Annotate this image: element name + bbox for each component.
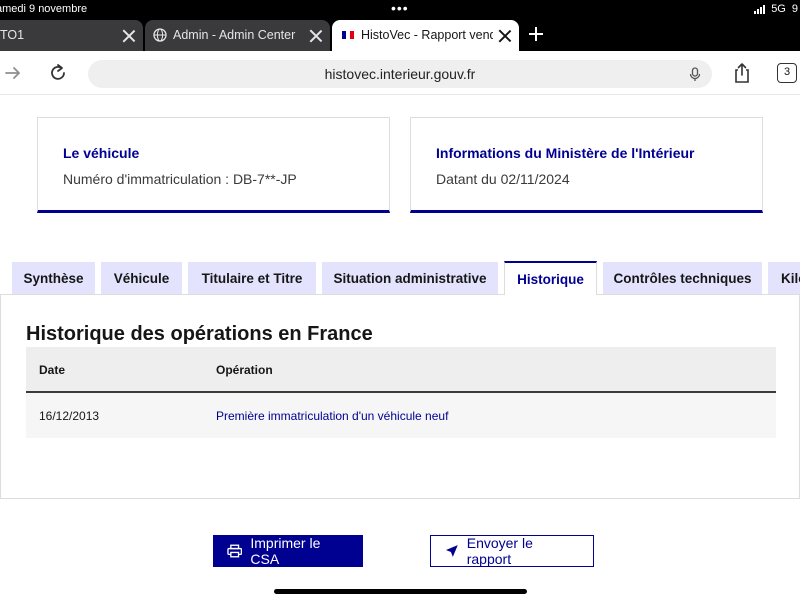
ministry-card-title: Informations du Ministère de l'Intérieur bbox=[436, 145, 695, 161]
vehicle-card: Le véhicule Numéro d'immatriculation : D… bbox=[37, 117, 390, 213]
microphone-icon[interactable] bbox=[689, 67, 701, 83]
share-icon[interactable] bbox=[732, 62, 752, 84]
browser-tab-title: Admin - Admin Center bbox=[173, 28, 296, 42]
browser-tab-title: TO1 bbox=[0, 28, 25, 42]
close-icon[interactable] bbox=[122, 29, 136, 43]
vehicle-card-title: Le véhicule bbox=[63, 145, 140, 161]
browser-tab-2[interactable]: Admin - Admin Center bbox=[145, 20, 330, 51]
row-date: 16/12/2013 bbox=[39, 409, 100, 423]
close-icon[interactable] bbox=[309, 29, 323, 43]
address-bar[interactable]: histovec.interieur.gouv.fr bbox=[88, 60, 712, 88]
row-operation: Première immatriculation d'un véhicule n… bbox=[216, 409, 449, 423]
french-flag-icon bbox=[342, 31, 354, 39]
tab-controles-techniques[interactable]: Contrôles techniques bbox=[603, 262, 762, 294]
printer-icon bbox=[227, 544, 243, 558]
multitasking-dots[interactable]: ••• bbox=[391, 0, 409, 16]
url-text: histovec.interieur.gouv.fr bbox=[324, 66, 476, 82]
battery-label: 9 bbox=[791, 3, 798, 15]
report-date: Datant du 02/11/2024 bbox=[436, 171, 570, 187]
history-panel: Historique des opérations en France Date… bbox=[0, 294, 800, 499]
print-csa-label: Imprimer le CSA bbox=[250, 535, 321, 567]
reload-icon[interactable] bbox=[48, 63, 68, 83]
browser-tab-3[interactable]: HistoVec - Rapport vende bbox=[332, 20, 519, 51]
new-tab-icon[interactable] bbox=[527, 25, 545, 43]
tab-historique[interactable]: Historique bbox=[504, 261, 597, 295]
tab-overview-button[interactable]: 3 bbox=[777, 63, 797, 83]
status-bar: amedi 9 novembre ••• 5G 9 bbox=[0, 0, 800, 20]
globe-icon bbox=[153, 28, 167, 42]
home-indicator[interactable] bbox=[274, 589, 527, 594]
send-report-label: Envoyer le rapport bbox=[466, 535, 533, 567]
tab-titulaire-titre[interactable]: Titulaire et Titre bbox=[188, 262, 316, 294]
network-label: 5G bbox=[771, 3, 786, 15]
status-date: amedi 9 novembre bbox=[0, 3, 88, 15]
table-row: 16/12/2013 Première immatriculation d'un… bbox=[26, 393, 776, 438]
tab-synthese[interactable]: Synthèse bbox=[12, 262, 95, 294]
send-report-button[interactable]: Envoyer le rapport bbox=[430, 535, 594, 567]
tab-kilometrage[interactable]: Kilo bbox=[768, 262, 800, 294]
column-header-operation: Opération bbox=[216, 363, 273, 377]
browser-tab-title: HistoVec - Rapport vende bbox=[361, 28, 493, 42]
ministry-info-card: Informations du Ministère de l'Intérieur… bbox=[410, 117, 763, 213]
browser-tab-1[interactable]: TO1 bbox=[0, 20, 143, 51]
browser-tab-strip: amedi 9 novembre ••• 5G 9 TO1 Admin - Ad… bbox=[0, 0, 800, 51]
send-icon bbox=[445, 545, 458, 557]
registration-number: Numéro d'immatriculation : DB-7**-JP bbox=[63, 171, 297, 187]
print-csa-button[interactable]: Imprimer le CSA bbox=[213, 535, 363, 567]
section-title: Historique des opérations en France bbox=[26, 323, 373, 345]
close-icon[interactable] bbox=[498, 29, 512, 43]
tab-vehicule[interactable]: Véhicule bbox=[101, 262, 182, 294]
table-header: Date Opération bbox=[26, 347, 776, 393]
browser-toolbar: histovec.interieur.gouv.fr 3 bbox=[0, 51, 800, 95]
forward-icon[interactable] bbox=[4, 65, 22, 81]
tab-situation-administrative[interactable]: Situation administrative bbox=[322, 262, 498, 294]
column-header-date: Date bbox=[39, 363, 66, 377]
signal-icon bbox=[754, 4, 766, 14]
